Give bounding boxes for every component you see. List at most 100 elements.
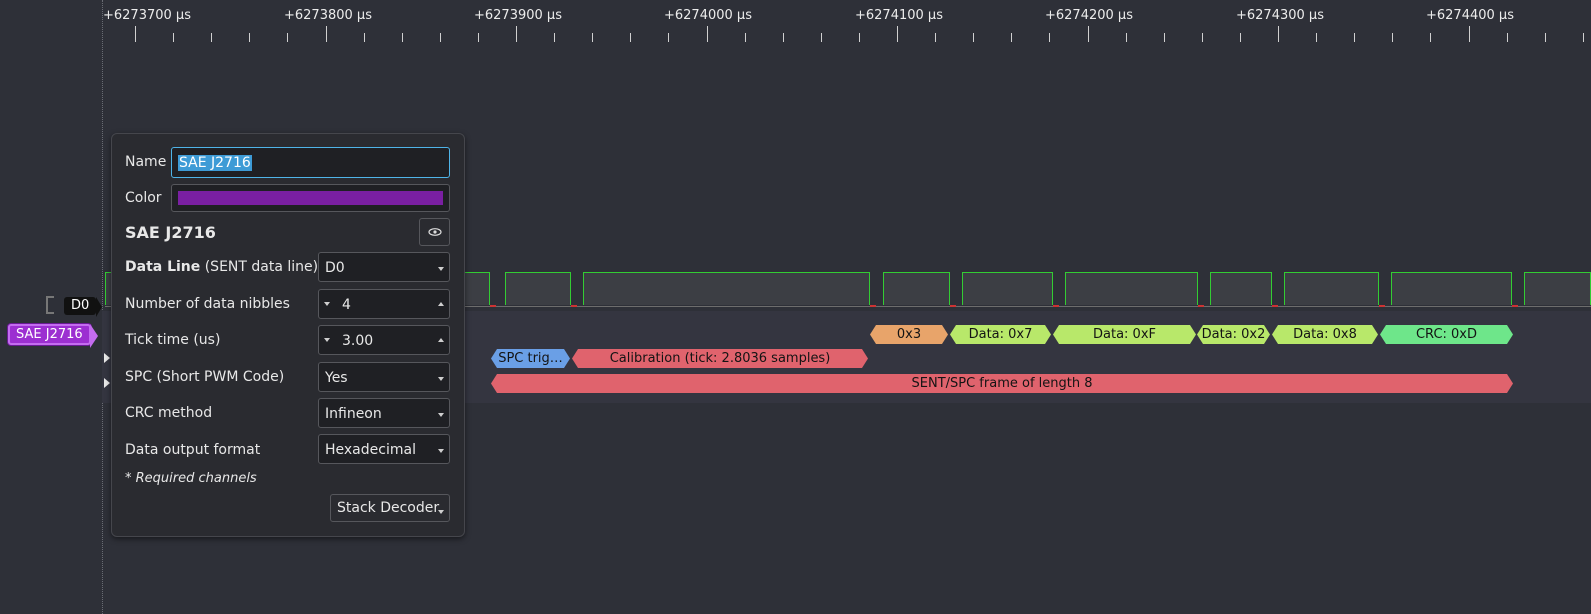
spc-dropdown[interactable]: Yes <box>318 362 450 392</box>
annotation-data[interactable]: Data: 0x7 <box>950 325 1051 344</box>
d0-edge-marker <box>1379 305 1385 307</box>
ruler-minor-tick <box>440 33 441 42</box>
ruler-minor-tick <box>935 33 936 42</box>
name-label: Name <box>125 154 167 170</box>
ruler-minor-tick <box>1430 33 1431 42</box>
eye-icon <box>428 228 442 236</box>
ruler-minor-tick <box>402 33 403 42</box>
ruler-minor-tick <box>173 33 174 42</box>
time-ruler[interactable]: +6273700 µs +6273800 µs +6273900 µs +627… <box>0 0 1591 44</box>
crc-dropdown[interactable]: Infineon <box>318 398 450 428</box>
chevron-down-icon <box>438 267 444 271</box>
crc-label: CRC method <box>125 405 213 421</box>
ruler-minor-tick <box>211 33 212 42</box>
ruler-minor-tick <box>592 33 593 42</box>
decrement-icon[interactable] <box>324 338 330 342</box>
annotation-frame[interactable]: SENT/SPC frame of length 8 <box>491 374 1513 393</box>
ruler-major-tick <box>1088 26 1089 42</box>
annotation-calibration[interactable]: Calibration (tick: 2.8036 samples) <box>572 349 868 368</box>
d0-pulse <box>583 272 870 305</box>
annotation-spc-trigger[interactable]: SPC trig… <box>491 349 570 368</box>
d0-edge-marker <box>1053 305 1059 307</box>
annotation-data[interactable]: Data: 0x2 <box>1197 325 1270 344</box>
data-line-label: Data Line (SENT data line) * <box>125 259 330 275</box>
expand-row-icon[interactable] <box>104 378 110 388</box>
d0-edge-marker <box>1198 305 1204 307</box>
ruler-minor-tick <box>1049 33 1050 42</box>
chevron-down-icon <box>438 449 444 453</box>
color-picker-button[interactable] <box>171 184 450 212</box>
nibbles-spinbox[interactable]: 4 <box>318 289 450 319</box>
ruler-minor-tick <box>478 33 479 42</box>
format-label: Data output format <box>125 442 261 458</box>
d0-pulse <box>1524 272 1591 305</box>
increment-icon[interactable] <box>438 338 444 342</box>
color-swatch <box>178 191 443 205</box>
d0-edge-marker <box>870 305 876 307</box>
d0-pulse <box>1210 272 1272 305</box>
d0-pulse <box>962 272 1053 305</box>
name-input-value: SAE J2716 <box>178 155 252 171</box>
ruler-major-tick <box>516 26 517 42</box>
annotation-data[interactable]: Data: 0x8 <box>1272 325 1378 344</box>
ruler-minor-tick <box>1202 33 1203 42</box>
expand-row-icon[interactable] <box>104 353 110 363</box>
color-label: Color <box>125 190 162 206</box>
ruler-minor-tick <box>1392 33 1393 42</box>
ruler-minor-tick <box>821 33 822 42</box>
ruler-major-tick <box>897 26 898 42</box>
ruler-label: +6274100 µs <box>855 8 943 23</box>
chevron-down-icon <box>438 413 444 417</box>
annotation-data[interactable]: Data: 0xF <box>1053 325 1196 344</box>
d0-channel-label[interactable]: D0 <box>64 297 103 317</box>
ruler-minor-tick <box>630 33 631 42</box>
ruler-minor-tick <box>668 33 669 42</box>
ruler-minor-tick <box>1164 33 1165 42</box>
decoder-title: SAE J2716 <box>125 223 216 242</box>
increment-icon[interactable] <box>438 302 444 306</box>
chevron-down-icon <box>438 377 444 381</box>
d0-edge-marker <box>950 305 956 307</box>
ruler-minor-tick <box>554 33 555 42</box>
annotation-sync[interactable]: 0x3 <box>870 325 948 344</box>
ruler-minor-tick <box>287 33 288 42</box>
ruler-minor-tick <box>364 33 365 42</box>
ruler-major-tick <box>1469 26 1470 42</box>
tick-time-spinbox[interactable]: 3.00 <box>318 325 450 355</box>
d0-pulse <box>1284 272 1379 305</box>
ruler-minor-tick <box>1583 33 1584 42</box>
tick-time-label: Tick time (us) <box>125 332 221 348</box>
ruler-minor-tick <box>1507 33 1508 42</box>
data-line-dropdown[interactable]: D0 <box>318 252 450 282</box>
ruler-label: +6274400 µs <box>1426 8 1514 23</box>
d0-edge-marker <box>490 305 496 307</box>
ruler-minor-tick <box>1126 33 1127 42</box>
ruler-label: +6273900 µs <box>474 8 562 23</box>
stack-decoder-button[interactable]: Stack Decoder <box>330 494 450 522</box>
decrement-icon[interactable] <box>324 302 330 306</box>
format-dropdown[interactable]: Hexadecimal <box>318 434 450 464</box>
ruler-minor-tick <box>745 33 746 42</box>
d0-edge-marker <box>1272 305 1278 307</box>
d0-edge-marker <box>571 305 577 307</box>
ruler-major-tick <box>135 26 136 42</box>
ruler-minor-tick <box>1545 33 1546 42</box>
d0-pulse <box>1391 272 1512 305</box>
ruler-minor-tick <box>1240 33 1241 42</box>
ruler-label: +6274000 µs <box>664 8 752 23</box>
name-input[interactable]: SAE J2716 <box>171 147 450 178</box>
d0-edge-marker <box>1512 305 1518 307</box>
ruler-label: +6273700 µs <box>103 8 191 23</box>
d0-bracket-icon[interactable] <box>46 296 54 314</box>
annotation-crc[interactable]: CRC: 0xD <box>1380 325 1513 344</box>
d0-pulse <box>1065 272 1198 305</box>
ruler-minor-tick <box>249 33 250 42</box>
show-info-button[interactable] <box>419 218 450 246</box>
ruler-minor-tick <box>1316 33 1317 42</box>
ruler-minor-tick <box>859 33 860 42</box>
ruler-label: +6274300 µs <box>1236 8 1324 23</box>
ruler-major-tick <box>1278 26 1279 42</box>
ruler-minor-tick <box>1011 33 1012 42</box>
decoder-channel-label[interactable]: SAE J2716 <box>8 324 98 348</box>
ruler-minor-tick <box>1354 33 1355 42</box>
